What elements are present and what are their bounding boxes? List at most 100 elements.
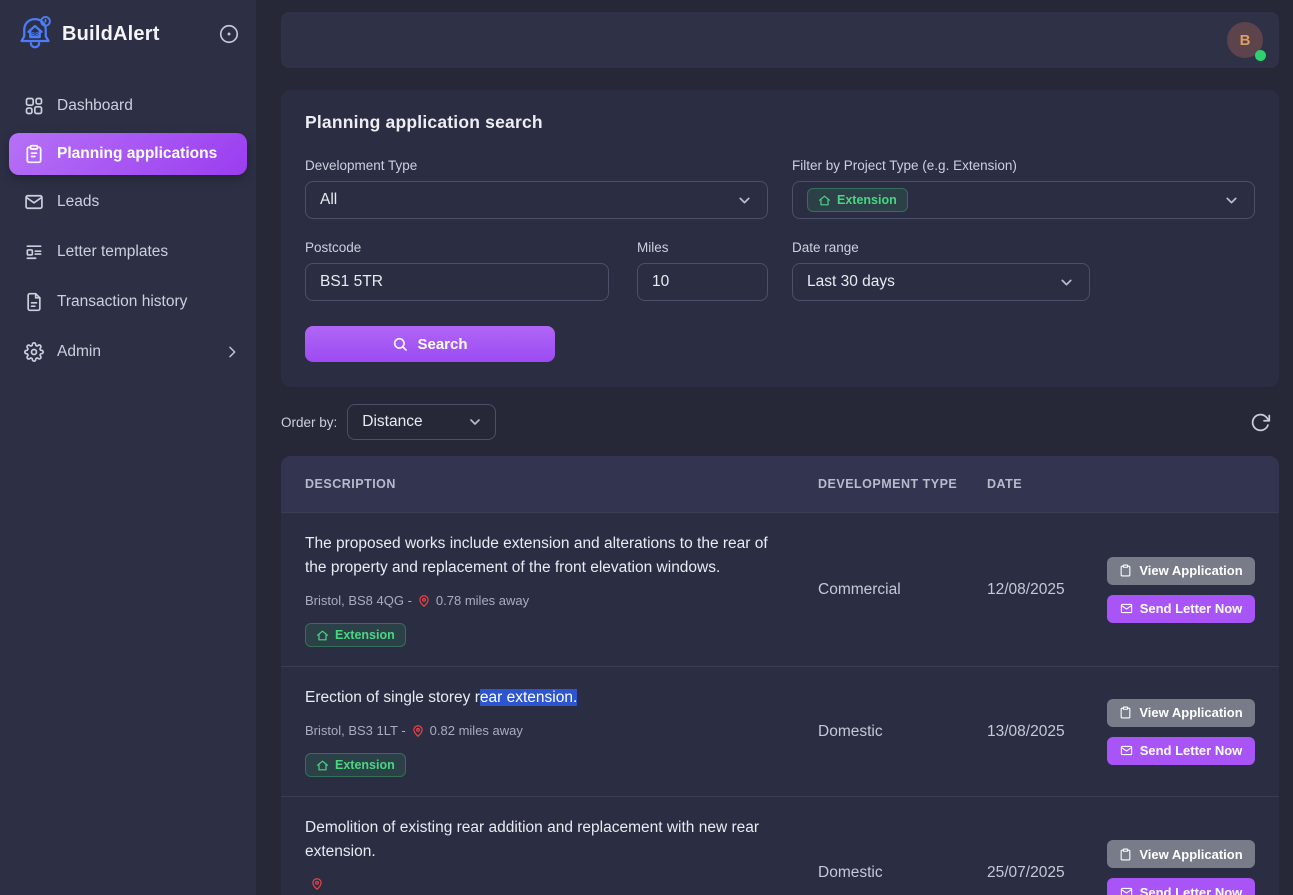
sidebar-item-label: Letter templates — [57, 243, 168, 261]
development-type-label: Development Type — [305, 158, 768, 173]
row-actions: View Application Send Letter Now — [1087, 557, 1255, 623]
sidebar-item-label: Leads — [57, 193, 99, 211]
description-cell: The proposed works include extension and… — [305, 532, 805, 647]
application-description: The proposed works include extension and… — [305, 532, 785, 580]
search-button-label: Search — [417, 336, 467, 353]
sidebar-item-transaction-history[interactable]: Transaction history — [0, 279, 256, 325]
date-range-value: Last 30 days — [807, 273, 895, 291]
chevron-down-icon — [1223, 192, 1240, 209]
view-button-label: View Application — [1139, 847, 1242, 862]
brand-name: BuildAlert — [62, 23, 160, 46]
description-cell: Demolition of existing rear addition and… — [305, 816, 805, 895]
results-table: DESCRIPTION DEVELOPMENT TYPE DATE The pr… — [281, 456, 1279, 895]
project-type-select[interactable]: Extension — [792, 181, 1255, 219]
miles-input[interactable] — [637, 263, 768, 301]
sidebar-item-planning-applications[interactable]: Planning applications — [9, 133, 247, 175]
tag-label: Extension — [335, 758, 395, 772]
date-range-select[interactable]: Last 30 days — [792, 263, 1090, 301]
date-cell: 25/07/2025 — [987, 864, 1087, 882]
postcode-input[interactable] — [305, 263, 609, 301]
map-pin-icon — [310, 877, 324, 891]
envelope-icon — [1120, 744, 1133, 757]
project-type-chip-label: Extension — [837, 193, 897, 207]
main-content: B Planning application search Developmen… — [256, 0, 1293, 895]
chevron-down-icon — [1058, 274, 1075, 291]
view-application-button[interactable]: View Application — [1107, 840, 1255, 868]
project-type-chip[interactable]: Extension — [807, 188, 908, 212]
file-text-icon — [24, 292, 44, 312]
table-header-row: DESCRIPTION DEVELOPMENT TYPE DATE — [281, 456, 1279, 512]
project-type-label: Filter by Project Type (e.g. Extension) — [792, 158, 1255, 173]
col-header-date: DATE — [987, 477, 1087, 491]
topbar: B — [281, 12, 1279, 68]
chevron-down-icon — [467, 414, 483, 430]
refresh-icon[interactable] — [1250, 412, 1271, 433]
chevron-right-icon — [224, 344, 240, 360]
clipboard-icon — [1119, 564, 1132, 577]
project-type-field: Filter by Project Type (e.g. Extension) … — [792, 158, 1255, 219]
map-pin-icon — [411, 724, 425, 738]
postcode-miles-row: Postcode Miles — [305, 240, 768, 301]
house-icon — [316, 759, 329, 772]
distance-text: 0.78 miles away — [436, 593, 529, 608]
list-controls: Order by: Distance — [281, 404, 1279, 440]
sidebar-item-leads[interactable]: Leads — [0, 179, 256, 225]
planning-search-panel: Planning application search Development … — [281, 90, 1279, 387]
sidebar-item-letter-templates[interactable]: Letter templates — [0, 229, 256, 275]
clipboard-icon — [1119, 848, 1132, 861]
development-type-cell: Domestic — [818, 723, 987, 741]
sidebar-item-label: Admin — [57, 343, 101, 361]
sidebar-item-admin[interactable]: Admin — [0, 329, 256, 375]
postcode-field-wrap: Postcode — [305, 240, 609, 301]
development-type-field: Development Type All — [305, 158, 768, 219]
table-row: Demolition of existing rear addition and… — [281, 796, 1279, 895]
col-header-type: DEVELOPMENT TYPE — [818, 477, 987, 491]
envelope-icon — [24, 192, 44, 212]
house-icon — [316, 629, 329, 642]
selected-text: ear extension. — [480, 689, 577, 706]
sidebar-collapse-icon[interactable] — [218, 23, 240, 45]
chevron-down-icon — [736, 192, 753, 209]
development-type-cell: Commercial — [818, 581, 987, 599]
development-type-select[interactable]: All — [305, 181, 768, 219]
date-range-field: Date range Last 30 days — [792, 240, 1255, 301]
user-avatar[interactable]: B — [1227, 22, 1263, 58]
distance-text: 0.82 miles away — [430, 723, 523, 738]
layout-list-icon — [24, 242, 44, 262]
map-pin-icon — [417, 594, 431, 608]
send-letter-button[interactable]: Send Letter Now — [1107, 595, 1255, 623]
location-text: Bristol, BS3 1LT - — [305, 723, 406, 738]
clipboard-icon — [24, 144, 44, 164]
development-type-cell: Domestic — [818, 864, 987, 882]
view-button-label: View Application — [1139, 705, 1242, 720]
envelope-icon — [1120, 886, 1133, 895]
application-description: Erection of single storey rear extension… — [305, 686, 785, 710]
miles-label: Miles — [637, 240, 768, 255]
row-actions: View Application Send Letter Now — [1087, 699, 1255, 765]
table-row: Erection of single storey rear extension… — [281, 666, 1279, 796]
envelope-icon — [1120, 602, 1133, 615]
online-status-dot — [1255, 50, 1266, 61]
sidebar-item-dashboard[interactable]: Dashboard — [0, 83, 256, 129]
view-application-button[interactable]: View Application — [1107, 699, 1255, 727]
row-actions: View Application Send Letter Now — [1087, 840, 1255, 895]
date-range-label: Date range — [792, 240, 1255, 255]
send-button-label: Send Letter Now — [1140, 743, 1243, 758]
view-application-button[interactable]: View Application — [1107, 557, 1255, 585]
description-cell: Erection of single storey rear extension… — [305, 686, 805, 777]
table-row: The proposed works include extension and… — [281, 512, 1279, 666]
send-button-label: Send Letter Now — [1140, 601, 1243, 616]
gear-icon — [24, 342, 44, 362]
date-cell: 13/08/2025 — [987, 723, 1087, 741]
extension-tag: Extension — [305, 623, 406, 647]
location-line — [305, 877, 785, 891]
sidebar: BuildAlert Dashboard — [0, 0, 256, 895]
send-letter-button[interactable]: Send Letter Now — [1107, 737, 1255, 765]
send-letter-button[interactable]: Send Letter Now — [1107, 878, 1255, 895]
bell-house-logo-icon — [14, 13, 56, 55]
order-by-value: Distance — [362, 413, 422, 431]
search-form: Development Type All Filter by Project T… — [305, 158, 1255, 301]
application-description: Demolition of existing rear addition and… — [305, 816, 785, 864]
order-by-select[interactable]: Distance — [347, 404, 496, 440]
search-button[interactable]: Search — [305, 326, 555, 362]
